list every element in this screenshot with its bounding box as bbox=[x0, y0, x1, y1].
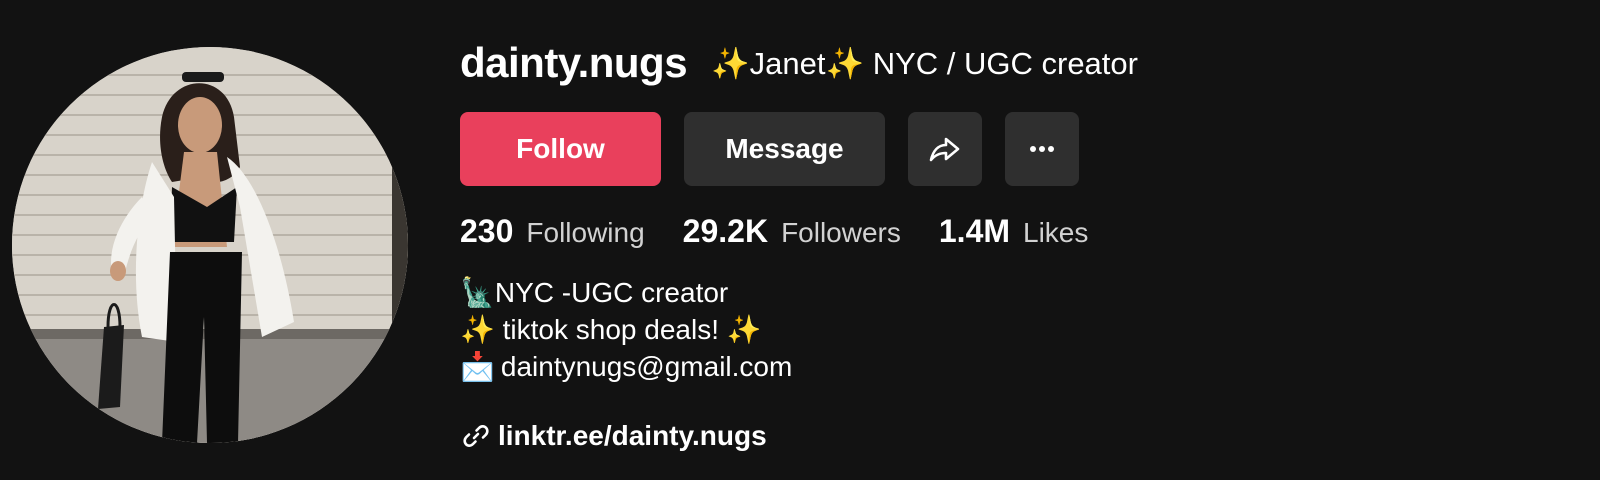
message-button[interactable]: Message bbox=[684, 112, 885, 186]
following-count: 230 bbox=[460, 212, 514, 249]
bio-line-3: 📩 daintynugs@gmail.com bbox=[460, 348, 792, 385]
profile-header: dainty.nugs ✨Janet✨ NYC / UGC creator bbox=[460, 39, 1138, 86]
bio-line-2: ✨ tiktok shop deals! ✨ bbox=[460, 311, 792, 348]
profile-stats: 230 Following 29.2K Followers 1.4M Likes bbox=[460, 208, 1126, 254]
profile-actions: Follow Message bbox=[460, 112, 1079, 186]
profile-photo bbox=[12, 47, 408, 443]
more-button[interactable] bbox=[1005, 112, 1079, 186]
followers-stat[interactable]: 29.2K Followers bbox=[683, 213, 901, 250]
bio-text-1: NYC -UGC creator bbox=[494, 277, 729, 308]
share-arrow-icon bbox=[929, 137, 960, 162]
username: dainty.nugs bbox=[460, 39, 688, 86]
following-label: Following bbox=[526, 216, 645, 248]
link-icon bbox=[463, 425, 489, 447]
bio-email: daintynugs@gmail.com bbox=[500, 351, 793, 382]
share-button[interactable] bbox=[908, 112, 982, 186]
followers-count: 29.2K bbox=[682, 212, 769, 249]
likes-count: 1.4M bbox=[938, 212, 1011, 249]
avatar[interactable] bbox=[12, 47, 408, 443]
likes-stat: 1.4M Likes bbox=[939, 213, 1089, 250]
following-stat[interactable]: 230 Following bbox=[460, 213, 645, 250]
bio: 🗽 NYC -UGC creator ✨ tiktok shop deals! … bbox=[460, 274, 792, 385]
followers-label: Followers bbox=[781, 216, 901, 248]
likes-label: Likes bbox=[1023, 216, 1089, 248]
more-dots-icon bbox=[1030, 146, 1054, 152]
follow-button[interactable]: Follow bbox=[460, 112, 661, 186]
statue-of-liberty-icon: 🗽 bbox=[460, 277, 495, 308]
display-name: ✨Janet✨ NYC / UGC creator bbox=[711, 45, 1138, 81]
profile-link[interactable]: linktr.ee/dainty.nugs bbox=[462, 416, 767, 456]
bio-line-1: 🗽 NYC -UGC creator bbox=[460, 274, 792, 311]
bio-text-2: ✨ tiktok shop deals! ✨ bbox=[460, 314, 762, 345]
link-text: linktr.ee/dainty.nugs bbox=[498, 420, 767, 451]
envelope-icon: 📩 bbox=[460, 351, 495, 382]
